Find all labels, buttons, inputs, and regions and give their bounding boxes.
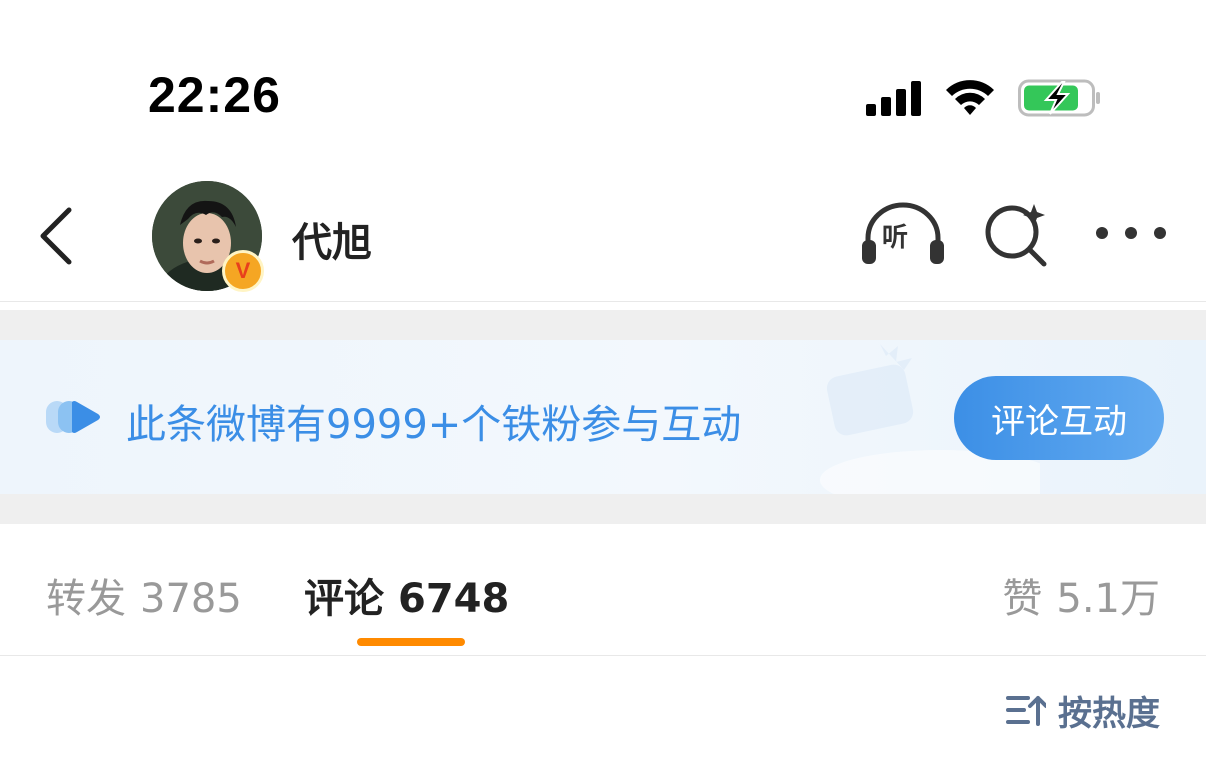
sort-button[interactable]: 按热度: [1006, 688, 1160, 734]
chevron-left-icon: [40, 207, 72, 265]
tab-reposts-label: 转发: [46, 576, 126, 622]
tab-reposts[interactable]: 转发 3785: [46, 566, 242, 624]
verified-badge-letter: V: [235, 257, 251, 283]
active-tab-indicator: [357, 638, 465, 646]
battery-charging-icon: [1018, 79, 1100, 117]
tab-reposts-count: 3785: [140, 576, 242, 622]
more-button[interactable]: [1096, 218, 1166, 248]
post-tabs: 转发 3785 评论 6748 赞 5.1万: [0, 524, 1206, 656]
tab-likes[interactable]: 赞 5.1万: [1002, 566, 1160, 624]
search-button[interactable]: [982, 200, 1052, 270]
back-button[interactable]: [30, 204, 80, 268]
section-divider: [0, 310, 1206, 340]
comment-interaction-button[interactable]: 评论互动: [954, 376, 1164, 460]
tab-comments-count: 6748: [398, 576, 510, 622]
tab-likes-label: 赞: [1002, 576, 1043, 622]
sort-label: 按热度: [1058, 693, 1160, 734]
listen-label: 听: [882, 223, 909, 253]
more-dot-icon: [1154, 227, 1166, 239]
verified-badge-icon: V: [222, 250, 264, 292]
cellular-signal-icon: [866, 81, 921, 116]
tab-likes-count: 5.1万: [1056, 576, 1160, 622]
status-time: 22:26: [148, 67, 281, 123]
section-divider: [0, 494, 1206, 524]
more-dot-icon: [1096, 227, 1108, 239]
status-bar: 22:26: [0, 0, 1206, 170]
tab-comments-label: 评论: [304, 576, 384, 622]
play-forward-icon: [46, 401, 100, 433]
username[interactable]: 代旭: [292, 210, 372, 268]
sort-icon: [1006, 696, 1046, 726]
wifi-icon: [946, 80, 994, 115]
tab-comments[interactable]: 评论 6748: [304, 566, 509, 624]
listen-button[interactable]: 听: [860, 200, 946, 266]
more-dot-icon: [1125, 227, 1137, 239]
post-header: V 代旭 听: [0, 170, 1206, 302]
search-sparkle-icon: [985, 204, 1047, 267]
fan-interaction-banner[interactable]: 此条微博有9999+个铁粉参与互动 评论互动: [0, 340, 1206, 494]
banner-text: 此条微博有9999+个铁粉参与互动: [126, 402, 742, 448]
